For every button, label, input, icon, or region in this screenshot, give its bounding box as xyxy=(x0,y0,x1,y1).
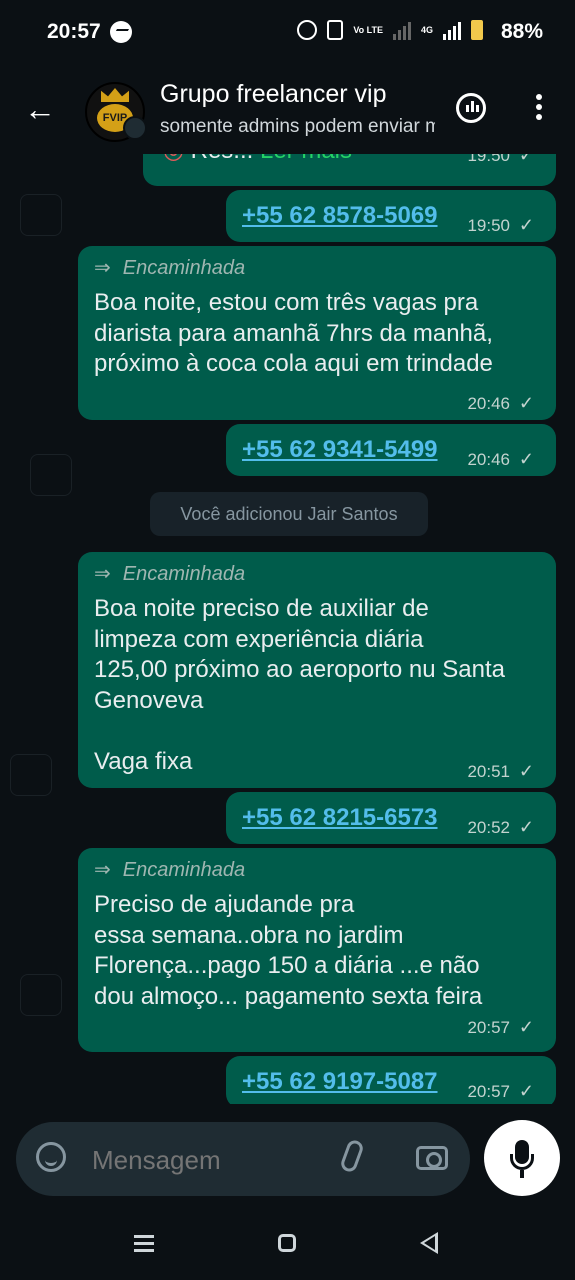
crown-icon xyxy=(101,88,129,102)
check-icon: ✓ xyxy=(518,761,534,781)
sticker-icon[interactable] xyxy=(36,1142,66,1172)
community-icon xyxy=(123,116,147,140)
message-text-truncated: Res... xyxy=(191,154,260,164)
message-time: 20:57 xyxy=(467,1082,510,1101)
network-4g-label: 4G xyxy=(420,24,433,35)
check-icon: ✓ xyxy=(518,449,534,469)
message-line: dou almoço... pagamento sexta feira xyxy=(94,982,483,1010)
battery-percent: 88% xyxy=(500,20,543,43)
message-line: Preciso de ajudande pra xyxy=(94,891,355,918)
signal-4g-icon xyxy=(443,20,461,40)
vibrate-icon xyxy=(327,20,344,40)
status-bar: 20:57 Vo LTE 4G 88% xyxy=(0,0,575,64)
message-time: 20:46 xyxy=(467,450,510,469)
forward-icon: ⇒ xyxy=(94,257,111,279)
message-text: ◎ Res... Ler mais xyxy=(163,154,352,167)
recents-icon[interactable] xyxy=(134,1235,154,1253)
check-icon: ✓ xyxy=(518,393,534,413)
message-list[interactable]: ◎ Res... Ler mais 19:50 ✓ +55 62 8578-50… xyxy=(0,154,575,1104)
status-icons: Vo LTE 4G xyxy=(297,20,483,40)
message-line: Florença...pago 150 a diária ...e não xyxy=(94,952,480,979)
check-icon: ✓ xyxy=(518,154,534,165)
message-bubble[interactable]: +55 62 9341-5499 20:46 ✓ xyxy=(226,424,556,476)
message-line: essa semana..obra no jardim xyxy=(94,921,404,949)
status-time: 20:57 xyxy=(47,20,101,43)
paperclip-icon[interactable] xyxy=(339,1138,365,1174)
volte-label: Vo LTE xyxy=(353,24,383,35)
message-bubble[interactable]: +55 62 9197-5087 20:57 ✓ xyxy=(226,1056,556,1104)
phone-link[interactable]: +55 62 8215-6573 xyxy=(242,804,438,832)
wallpaper-doodle xyxy=(10,754,52,796)
camera-icon[interactable] xyxy=(416,1146,448,1170)
message-text: Boa noite, estou com três vagas pra diar… xyxy=(94,289,493,377)
phone-link[interactable]: +55 62 9341-5499 xyxy=(242,436,438,464)
microphone-button[interactable] xyxy=(484,1120,560,1196)
forwarded-label: ⇒ Encaminhada xyxy=(94,255,245,280)
message-bubble[interactable]: +55 62 8215-6573 20:52 ✓ xyxy=(226,792,556,844)
system-navigation-bar xyxy=(0,1205,575,1280)
message-text: Boa noite preciso de auxiliar de limpeza… xyxy=(94,594,554,777)
message-line: limpeza com experiência diária xyxy=(94,625,424,653)
message-time: 20:46 xyxy=(467,394,510,413)
chat-title[interactable]: Grupo freelancer vip xyxy=(160,80,387,109)
alarm-icon xyxy=(297,20,318,40)
message-time: 20:51 xyxy=(467,762,510,781)
message-bubble[interactable]: ⇒ Encaminhada Boa noite preciso de auxili… xyxy=(78,552,556,788)
signal-icon xyxy=(392,20,411,40)
message-bubble[interactable]: ⇒ Encaminhada Preciso de ajudande pra ess… xyxy=(78,848,556,1052)
message-line: 125,00 próximo ao aeroporto nu Santa xyxy=(94,656,505,683)
message-time: 19:50 xyxy=(467,154,510,165)
message-bubble[interactable]: +55 62 8578-5069 19:50 ✓ xyxy=(226,190,556,242)
message-line: Genoveva xyxy=(94,686,204,714)
home-icon[interactable] xyxy=(278,1234,296,1252)
message-input[interactable] xyxy=(90,1142,334,1178)
wallpaper-doodle xyxy=(20,974,62,1016)
system-notice: Você adicionou Jair Santos xyxy=(150,492,428,536)
microphone-foot xyxy=(520,1170,524,1178)
arrow-left-icon[interactable]: ← xyxy=(24,92,58,126)
message-time: 20:52 xyxy=(467,818,510,837)
phone-link[interactable]: +55 62 8578-5069 xyxy=(242,202,438,230)
chat-subtitle[interactable]: somente admins podem enviar mensagens xyxy=(160,116,435,138)
forward-icon: ⇒ xyxy=(94,859,111,881)
forward-icon: ⇒ xyxy=(94,563,111,585)
more-vert-icon[interactable] xyxy=(535,94,543,124)
message-bubble[interactable]: ⇒ Encaminhada Boa noite, estou com três v… xyxy=(78,246,556,420)
message-time: 20:57 xyxy=(467,1018,510,1037)
check-icon: ✓ xyxy=(518,1081,534,1101)
message-composer xyxy=(16,1122,470,1196)
message-line: Boa noite preciso de auxiliar de xyxy=(94,595,429,622)
forwarded-label: ⇒ Encaminhada xyxy=(94,857,245,882)
wallpaper-doodle xyxy=(30,454,72,496)
wallpaper-doodle xyxy=(20,194,62,236)
target-icon: ◎ xyxy=(163,154,184,164)
check-icon: ✓ xyxy=(518,215,534,235)
message-bubble[interactable]: ◎ Res... Ler mais 19:50 ✓ xyxy=(143,154,556,186)
audio-chat-icon[interactable] xyxy=(456,93,486,123)
check-icon: ✓ xyxy=(518,1017,534,1037)
forwarded-label: ⇒ Encaminhada xyxy=(94,561,245,586)
message-line xyxy=(94,716,554,747)
microphone-stand xyxy=(510,1154,534,1170)
read-more-link[interactable]: Ler mais xyxy=(260,154,352,164)
forwarded-text: Encaminhada xyxy=(122,257,246,279)
message-text: Preciso de ajudande pra essa semana..obr… xyxy=(94,890,554,1012)
check-icon: ✓ xyxy=(518,817,534,837)
phone-link[interactable]: +55 62 9197-5087 xyxy=(242,1068,438,1096)
message-time: 19:50 xyxy=(467,216,510,235)
forwarded-text: Encaminhada xyxy=(122,859,246,881)
back-triangle-icon[interactable] xyxy=(420,1232,438,1254)
messenger-icon xyxy=(110,21,132,43)
forwarded-text: Encaminhada xyxy=(122,563,246,585)
battery-icon xyxy=(471,20,483,40)
